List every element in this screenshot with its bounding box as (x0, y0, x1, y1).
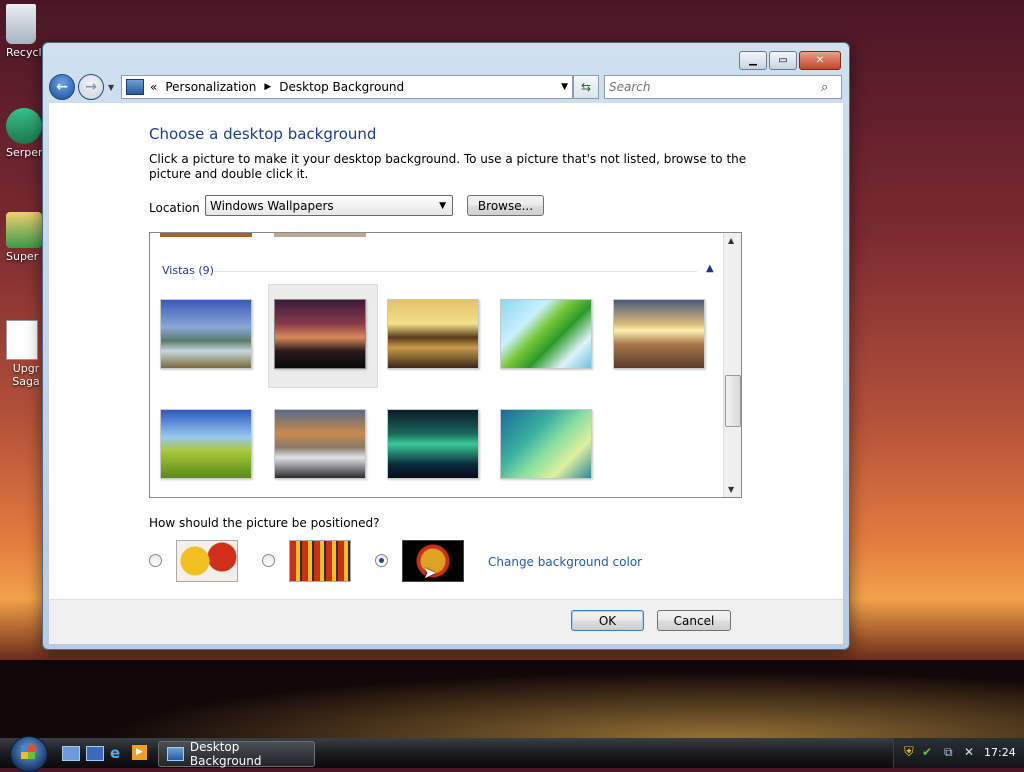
content-pane: Choose a desktop background Click a pict… (49, 103, 843, 599)
volume-muted-icon[interactable]: ✕ (964, 745, 974, 759)
wallpaper-thumbnail-selected[interactable] (274, 299, 366, 369)
address-dropdown-icon[interactable]: ▼ (561, 82, 568, 92)
gallery-scrollbar[interactable]: ▲ ▼ (723, 233, 741, 497)
switch-windows-icon[interactable] (86, 746, 104, 761)
ok-button[interactable]: OK (571, 610, 644, 631)
page-title: Choose a desktop background (149, 125, 377, 143)
breadcrumb-personalization[interactable]: Personalization (165, 80, 256, 94)
search-input[interactable] (605, 79, 821, 95)
refresh-icon: ⇆ (580, 80, 592, 94)
recycle-bin-icon (6, 4, 36, 44)
search-icon[interactable]: ⌕ (821, 80, 828, 95)
start-button[interactable] (10, 736, 48, 772)
app-shortcut-icon (6, 212, 42, 248)
position-tile-radio[interactable] (262, 554, 275, 567)
document-icon (6, 320, 38, 360)
close-button[interactable]: ✕ (799, 51, 841, 70)
chevron-down-icon: ▼ (439, 200, 446, 211)
change-background-color-link[interactable]: Change background color (488, 555, 642, 569)
internet-explorer-icon[interactable]: e (110, 744, 120, 762)
location-dropdown[interactable]: Windows Wallpapers ▼ (205, 195, 453, 216)
desktop-icon-upgrade-saga[interactable]: Upgr Saga (6, 320, 46, 388)
forward-button[interactable]: → (78, 74, 104, 100)
position-tile-preview[interactable] (289, 540, 351, 582)
position-center-radio[interactable] (375, 554, 388, 567)
taskbar-button-desktop-background[interactable]: Desktop Background (158, 740, 315, 768)
desktop-icon-label: Upgr Saga (12, 362, 40, 388)
group-header-vistas[interactable]: Vistas (9) (162, 264, 214, 277)
arrow-left-icon: ← (56, 79, 68, 95)
page-description: Click a picture to make it your desktop … (149, 152, 747, 181)
windows-logo-icon (21, 745, 35, 759)
group-divider (214, 271, 697, 272)
address-bar[interactable]: « Personalization ▶ Desktop Background ▼ (121, 75, 573, 99)
mouse-cursor-icon: ➤ (423, 563, 437, 582)
close-icon: ✕ (815, 55, 825, 66)
location-selected-value: Windows Wallpapers (210, 198, 334, 213)
browse-button[interactable]: Browse... (467, 195, 544, 216)
wallpaper-thumbnail[interactable] (160, 299, 252, 369)
desktop-wallpaper-city-lights (0, 660, 1024, 738)
media-player-icon[interactable]: ▶ (132, 745, 147, 760)
previous-group-thumbnail-edge (274, 233, 366, 237)
wallpaper-thumbnail[interactable] (160, 409, 252, 479)
back-button[interactable]: ← (49, 74, 75, 100)
scroll-down-icon[interactable]: ▼ (728, 485, 734, 494)
wallpaper-thumbnail[interactable] (613, 299, 705, 369)
app-shortcut-icon (6, 108, 42, 144)
position-fit-preview[interactable] (176, 540, 238, 582)
maximize-icon: ▭ (778, 55, 788, 66)
location-label: Location (149, 201, 200, 215)
arrow-right-icon: → (85, 79, 97, 95)
desktop-background-window: ▁ ▭ ✕ ← → ▼ « Personalization ▶ Desktop … (42, 42, 850, 650)
show-desktop-icon[interactable] (62, 746, 80, 761)
wallpaper-thumbnail[interactable] (500, 409, 592, 479)
maximize-button[interactable]: ▭ (769, 51, 797, 70)
recent-pages-button[interactable]: ▼ (108, 83, 114, 92)
taskbar: e ▶ Desktop Background ⛨ ✔ ⧉ ✕ 17:24 (0, 736, 1024, 772)
clock[interactable]: 17:24 (984, 746, 1016, 759)
navigation-bar: ← → ▼ « Personalization ▶ Desktop Backgr… (49, 73, 843, 101)
taskbar-button-label: Desktop Background (189, 740, 262, 768)
wallpaper-thumbnail[interactable] (387, 409, 479, 479)
position-question: How should the picture be positioned? (149, 516, 380, 530)
scrollbar-thumb[interactable] (725, 375, 741, 427)
wallpaper-thumbnail[interactable] (500, 299, 592, 369)
wallpaper-thumbnail[interactable] (387, 299, 479, 369)
previous-group-thumbnail-edge (160, 233, 252, 237)
network-icon[interactable]: ⧉ (944, 745, 953, 760)
window-caption-buttons: ▁ ▭ ✕ (739, 51, 841, 70)
breadcrumb-desktop-background[interactable]: Desktop Background (279, 80, 404, 94)
breadcrumb-separator-icon[interactable]: ▶ (264, 82, 271, 92)
minimize-icon: ▁ (749, 55, 757, 66)
breadcrumb-overflow[interactable]: « (150, 80, 157, 94)
control-panel-icon (167, 747, 184, 761)
update-icon[interactable]: ✔ (922, 745, 932, 759)
search-box[interactable]: ⌕ (604, 75, 842, 99)
cancel-button[interactable]: Cancel (657, 610, 731, 631)
minimize-button[interactable]: ▁ (739, 51, 767, 70)
dialog-footer: OK Cancel (49, 599, 843, 644)
refresh-button[interactable]: ⇆ (573, 75, 599, 99)
position-center-preview[interactable]: ➤ (402, 540, 464, 582)
control-panel-icon (126, 79, 144, 95)
wallpaper-thumbnail[interactable] (274, 409, 366, 479)
system-tray: ⛨ ✔ ⧉ ✕ 17:24 (893, 738, 1024, 768)
wallpaper-gallery: Vistas (9) ▲ ▲ ▼ (149, 232, 742, 498)
position-fit-radio[interactable] (149, 554, 162, 567)
security-shield-icon[interactable]: ⛨ (904, 745, 914, 760)
scroll-up-icon[interactable]: ▲ (728, 236, 734, 245)
collapse-group-icon[interactable]: ▲ (706, 263, 714, 274)
